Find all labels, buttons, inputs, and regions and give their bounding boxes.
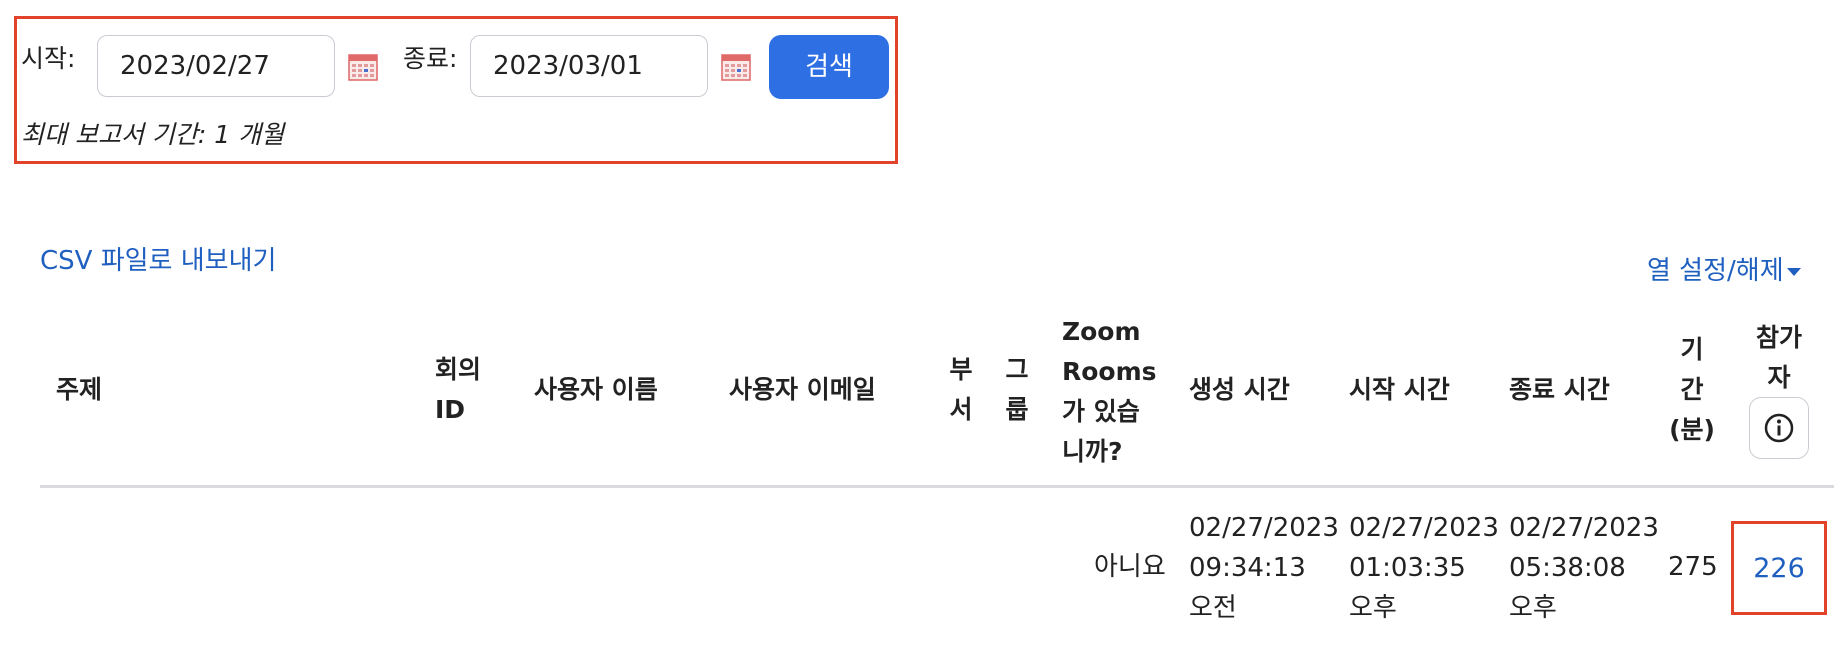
header-department: 부 서 — [943, 350, 979, 430]
participants-count-link[interactable]: 226 — [1753, 553, 1805, 584]
header-start-time: 시작 시간 — [1349, 375, 1450, 404]
cell-start-ampm: 오후 — [1349, 593, 1397, 623]
cell-created-ampm: 오전 — [1189, 593, 1237, 623]
header-duration-line2: 간 — [1680, 375, 1704, 404]
header-end-time: 종료 시간 — [1509, 375, 1610, 404]
cell-end-clock: 05:38:08 — [1509, 553, 1626, 583]
header-user-name: 사용자 이름 — [534, 375, 658, 404]
header-participants-line1: 참가 — [1755, 323, 1802, 352]
header-zoom-rooms-line2: Rooms — [1062, 357, 1157, 386]
cell-end-time: 02/27/2023 05:38:08 오후 — [1509, 508, 1659, 628]
cell-start-clock: 01:03:35 — [1349, 553, 1466, 583]
header-user-email: 사용자 이메일 — [729, 375, 876, 404]
cell-created-time: 02/27/2023 09:34:13 오전 — [1189, 508, 1339, 628]
cell-end-ampm: 오후 — [1509, 593, 1557, 623]
header-meeting-id: 회의 ID — [435, 350, 481, 430]
header-department-line2: 서 — [949, 395, 973, 424]
caret-down-icon — [1786, 267, 1801, 276]
search-button[interactable]: 검색 — [769, 35, 889, 99]
header-duration: 기 간 (분) — [1664, 330, 1720, 450]
cell-created-clock: 09:34:13 — [1189, 553, 1306, 583]
header-meeting-id-line2: ID — [435, 395, 466, 424]
header-zoom-rooms-line1: Zoom — [1062, 317, 1141, 346]
header-group-line1: 그 — [1005, 355, 1029, 384]
header-topic: 주제 — [56, 375, 103, 404]
table-header-divider — [40, 485, 1834, 488]
header-zoom-rooms-line3: 가 있습 — [1062, 397, 1140, 426]
cell-zoom-rooms: 아니요 — [1094, 552, 1166, 582]
header-zoom-rooms: Zoom Rooms 가 있습 니까? — [1062, 312, 1157, 472]
participants-highlight: 226 — [1731, 521, 1827, 615]
cell-created-date: 02/27/2023 — [1189, 513, 1339, 543]
column-toggle-dropdown[interactable]: 열 설정/해제 — [1647, 250, 1801, 287]
info-icon — [1764, 413, 1794, 443]
header-participants: 참가 자 — [1744, 318, 1814, 398]
start-date-input[interactable]: 2023/02/27 — [97, 35, 335, 97]
cell-start-date: 02/27/2023 — [1349, 513, 1499, 543]
header-created-time: 생성 시간 — [1189, 375, 1290, 404]
max-period-note: 최대 보고서 기간: 1 개월 — [21, 120, 285, 149]
calendar-icon[interactable] — [721, 53, 751, 81]
header-duration-line1: 기 — [1680, 335, 1704, 364]
header-group: 그 룹 — [999, 350, 1035, 430]
header-department-line1: 부 — [949, 355, 973, 384]
calendar-icon[interactable] — [348, 53, 378, 81]
header-meeting-id-line1: 회의 — [435, 355, 482, 384]
date-filter-panel: 시작: 2023/02/27 종료: 2023/03/01 검색 최대 보고서 … — [14, 16, 898, 164]
cell-duration: 275 — [1668, 552, 1718, 582]
end-date-input[interactable]: 2023/03/01 — [470, 35, 708, 97]
header-duration-line3: (분) — [1669, 415, 1715, 444]
end-date-label: 종료: — [403, 44, 458, 73]
participants-info-button[interactable] — [1749, 397, 1809, 459]
column-toggle-label: 열 설정/해제 — [1647, 256, 1784, 286]
csv-export-link[interactable]: CSV 파일로 내보내기 — [40, 240, 276, 277]
header-participants-line2: 자 — [1767, 363, 1791, 392]
header-group-line2: 룹 — [1005, 395, 1029, 424]
start-date-label: 시작: — [21, 44, 76, 73]
cell-start-time: 02/27/2023 01:03:35 오후 — [1349, 508, 1499, 628]
cell-end-date: 02/27/2023 — [1509, 513, 1659, 543]
header-zoom-rooms-line4: 니까? — [1062, 437, 1123, 466]
